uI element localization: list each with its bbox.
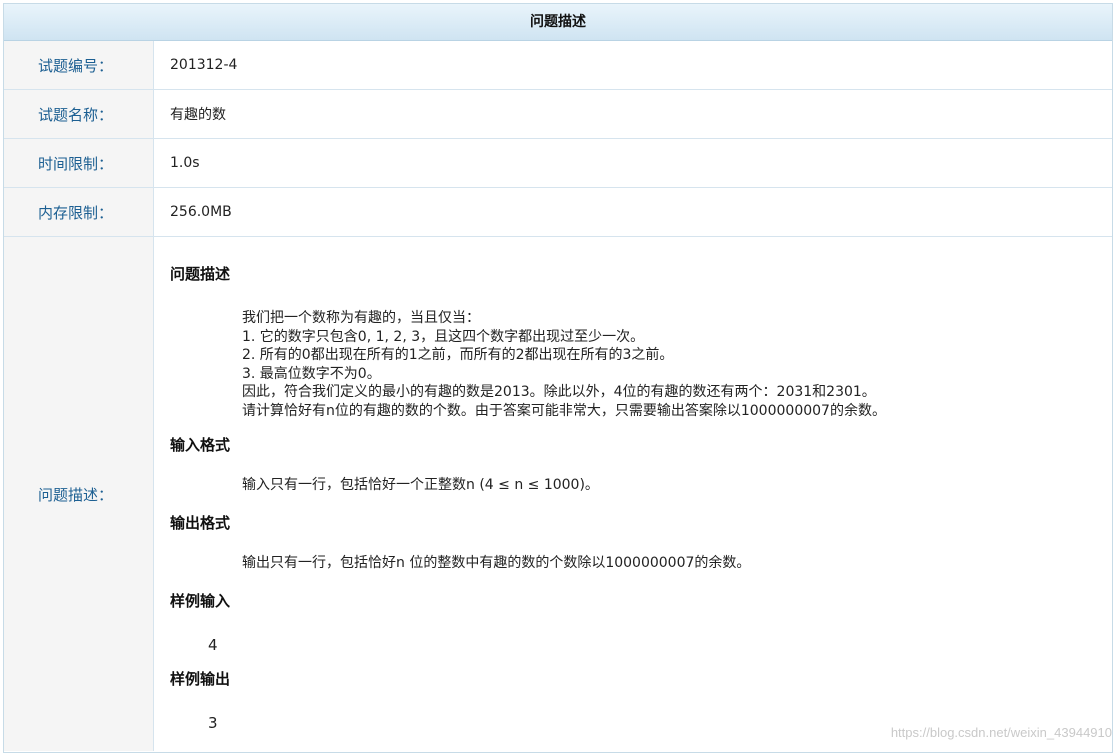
input-format-title: 输入格式	[170, 436, 231, 454]
description-line: 我们把一个数称为有趣的，当且仅当：	[242, 310, 480, 326]
description-line: 因此，符合我们定义的最小的有趣的数是2013。除此以外，4位的有趣的数还有两个：…	[242, 384, 876, 400]
output-format-text: 输出只有一行，包括恰好n 位的整数中有趣的数的个数除以1000000007的余数…	[242, 555, 751, 571]
watermark: https://blog.csdn.net/weixin_43944910	[890, 725, 1112, 740]
description-line: 2. 所有的0都出现在所有的1之前，而所有的2都出现在所有的3之前。	[242, 347, 674, 363]
description-text: 我们把一个数称为有趣的，当且仅当： 1. 它的数字只包含0, 1, 2, 3，且…	[242, 309, 1112, 420]
output-format-title: 输出格式	[170, 514, 231, 532]
row-label: 时间限制：	[4, 139, 154, 187]
table-row-time: 时间限制： 1.0s	[4, 139, 1112, 188]
problem-id: 201312-4	[170, 57, 238, 73]
row-label: 试题名称：	[4, 90, 154, 138]
sample-output-title: 样例输出	[170, 670, 231, 688]
row-label: 问题描述：	[4, 237, 154, 751]
input-format-text: 输入只有一行，包括恰好一个正整数n (4 ≤ n ≤ 1000)。	[242, 477, 599, 493]
time-limit: 1.0s	[170, 155, 200, 171]
row-label: 内存限制：	[4, 188, 154, 236]
problem-name: 有趣的数	[170, 107, 226, 123]
description-line: 1. 它的数字只包含0, 1, 2, 3，且这四个数字都出现过至少一次。	[242, 328, 645, 345]
row-label: 试题编号：	[4, 41, 154, 89]
description-line: 请计算恰好有n位的有趣的数的个数。由于答案可能非常大，只需要输出答案除以1000…	[242, 402, 886, 419]
description-line: 3. 最高位数字不为0。	[242, 365, 381, 382]
table-row-memory: 内存限制： 256.0MB	[4, 188, 1112, 237]
sample-input-value: 4	[208, 636, 218, 654]
table-row-description: 问题描述： 问题描述 我们把一个数称为有趣的，当且仅当： 1. 它的数字只包含0…	[4, 237, 1112, 751]
memory-limit: 256.0MB	[170, 204, 232, 220]
sample-input-title: 样例输入	[170, 592, 231, 610]
table-header: 问题描述	[4, 4, 1112, 41]
problem-table: 问题描述 试题编号： 201312-4 试题名称： 有趣的数 时间限制： 1.0…	[3, 3, 1113, 753]
table-row-name: 试题名称： 有趣的数	[4, 90, 1112, 139]
description-title: 问题描述	[170, 265, 231, 283]
table-row-id: 试题编号： 201312-4	[4, 41, 1112, 90]
description-body: 问题描述 我们把一个数称为有趣的，当且仅当： 1. 它的数字只包含0, 1, 2…	[154, 237, 1112, 751]
